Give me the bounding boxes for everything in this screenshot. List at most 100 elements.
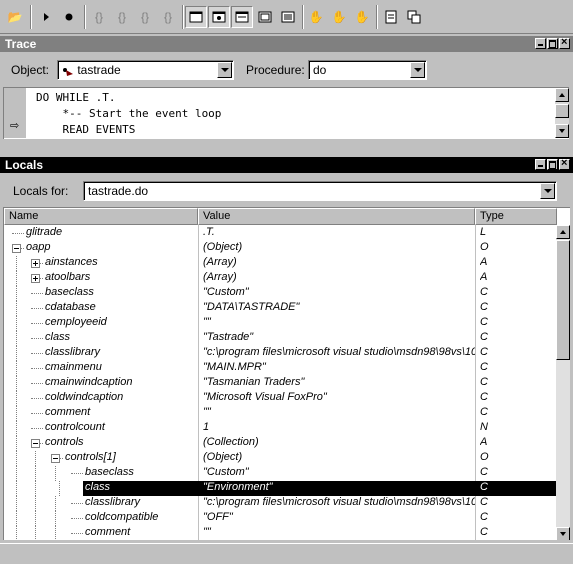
scroll-thumb[interactable] xyxy=(555,104,569,118)
locals-close-button[interactable] xyxy=(559,157,570,170)
step-over-icon[interactable]: {} xyxy=(111,6,133,28)
local-name: comment xyxy=(45,406,91,418)
tree-connector xyxy=(16,346,17,361)
table-row[interactable]: glitrade .T. L xyxy=(4,226,556,241)
tree-connector xyxy=(16,421,17,436)
table-row[interactable]: class "Tastrade" C xyxy=(4,331,556,346)
expand-icon[interactable] xyxy=(31,259,40,268)
trace-vertical-scrollbar[interactable] xyxy=(555,88,569,138)
table-row[interactable]: comment "" C xyxy=(4,526,556,540)
clear-breakpoints-icon[interactable]: ✋ xyxy=(328,6,350,28)
local-name: cemployeeid xyxy=(45,316,107,328)
toggle-breakpoint-icon[interactable]: ✋ xyxy=(305,6,327,28)
table-row[interactable]: baseclass "Custom" C xyxy=(4,286,556,301)
table-row[interactable]: controls[1] (Object) O xyxy=(4,451,556,466)
step-out-icon[interactable]: {} xyxy=(134,6,156,28)
open-icon[interactable]: 📂 xyxy=(4,6,26,28)
tree-connector xyxy=(31,368,43,369)
table-row[interactable]: cdatabase "DATA\TASTRADE" C xyxy=(4,301,556,316)
local-value: "Custom" xyxy=(203,286,249,298)
trace-close-button[interactable] xyxy=(559,36,570,49)
local-type: O xyxy=(480,451,489,463)
tree-connector xyxy=(55,466,56,481)
trace-title-bar[interactable]: Trace xyxy=(0,36,573,52)
chevron-down-icon[interactable] xyxy=(217,62,232,78)
table-row[interactable]: class "Environment" C xyxy=(83,481,556,496)
tree-connector xyxy=(31,323,43,324)
locals-title-bar[interactable]: Locals xyxy=(0,157,573,173)
scroll-up-button[interactable] xyxy=(556,225,570,239)
local-name: glitrade xyxy=(26,226,63,238)
locals-vertical-scrollbar[interactable] xyxy=(556,225,570,540)
event-tracking-icon[interactable] xyxy=(380,6,402,28)
object-dropdown[interactable]: tastrade xyxy=(57,60,234,80)
table-row[interactable]: classlibrary "c:\program files\microsoft … xyxy=(4,346,556,361)
tree-connector xyxy=(16,466,17,481)
tree-connector xyxy=(71,533,83,534)
collapse-icon[interactable] xyxy=(31,439,40,448)
local-name: ainstances xyxy=(45,256,98,268)
scroll-thumb[interactable] xyxy=(556,240,570,360)
scroll-down-button[interactable] xyxy=(556,527,570,540)
scroll-up-button[interactable] xyxy=(555,88,569,102)
table-row[interactable]: cmainmenu "MAIN.MPR" C xyxy=(4,361,556,376)
tree-connector xyxy=(16,271,17,286)
trace-minimize-button[interactable] xyxy=(535,38,546,49)
column-header-value[interactable]: Value xyxy=(198,208,475,225)
breakpoint-icon[interactable] xyxy=(58,6,80,28)
local-type: C xyxy=(480,406,488,418)
locals-window-icon[interactable] xyxy=(231,6,253,28)
tree-connector xyxy=(16,301,17,316)
collapse-icon[interactable] xyxy=(51,454,60,463)
tree-connector xyxy=(16,526,17,540)
local-name: class xyxy=(85,481,196,493)
locals-grid[interactable]: Name Value Type glitrade .T. Loapp (Object)… xyxy=(3,207,570,540)
column-header-name[interactable]: Name xyxy=(4,208,198,225)
output-window-icon[interactable] xyxy=(277,6,299,28)
resume-icon[interactable] xyxy=(35,6,57,28)
table-row[interactable]: cmainwindcaption "Tasmanian Traders" C xyxy=(4,376,556,391)
table-row[interactable]: cemployeeid "" C xyxy=(4,316,556,331)
locals-for-dropdown[interactable]: tastrade.do xyxy=(83,181,557,201)
scroll-down-button[interactable] xyxy=(555,124,569,138)
expand-icon[interactable] xyxy=(31,274,40,283)
chevron-down-icon[interactable] xyxy=(410,62,425,78)
local-name: controls xyxy=(45,436,84,448)
tree-connector xyxy=(35,526,36,540)
collapse-icon[interactable] xyxy=(12,244,21,253)
chevron-down-icon[interactable] xyxy=(540,183,555,199)
table-row[interactable]: controlcount 1 N xyxy=(4,421,556,436)
trace-maximize-button[interactable] xyxy=(547,38,558,49)
local-value: "c:\program files\microsoft visual studi… xyxy=(203,496,475,508)
step-into-icon[interactable]: {} xyxy=(88,6,110,28)
locals-maximize-button[interactable] xyxy=(547,159,558,170)
tree-connector xyxy=(31,413,43,414)
local-name: classlibrary xyxy=(85,496,141,508)
table-row[interactable]: classlibrary "c:\program files\microsoft … xyxy=(4,496,556,511)
table-row[interactable]: comment "" C xyxy=(4,406,556,421)
coverage-icon[interactable] xyxy=(403,6,425,28)
table-row[interactable]: baseclass "Custom" C xyxy=(4,466,556,481)
local-value: "Tastrade" xyxy=(203,331,254,343)
call-stack-window-icon[interactable] xyxy=(254,6,276,28)
procedure-dropdown[interactable]: do xyxy=(308,60,427,80)
trace-code-pane[interactable]: ⇨ DO WHILE .T. *-- Start the event loop … xyxy=(3,87,569,139)
table-row[interactable]: ainstances (Array) A xyxy=(4,256,556,271)
trace-window-icon[interactable] xyxy=(185,6,207,28)
table-row[interactable]: controls (Collection) A xyxy=(4,436,556,451)
breakpoints-dialog-icon[interactable]: ✋ xyxy=(351,6,373,28)
table-row[interactable]: atoolbars (Array) A xyxy=(4,271,556,286)
table-row[interactable]: coldwindcaption "Microsoft Visual FoxPro"… xyxy=(4,391,556,406)
locals-minimize-button[interactable] xyxy=(535,159,546,170)
tree-connector xyxy=(16,436,17,451)
status-bar xyxy=(0,543,573,564)
tree-connector xyxy=(31,428,43,429)
local-type: C xyxy=(480,301,488,313)
column-header-type[interactable]: Type xyxy=(475,208,557,225)
table-row[interactable]: oapp (Object) O xyxy=(4,241,556,256)
local-value: .T. xyxy=(203,226,215,238)
table-row[interactable]: coldcompatible "OFF" C xyxy=(4,511,556,526)
watch-window-icon[interactable] xyxy=(208,6,230,28)
tree-connector xyxy=(16,391,17,406)
run-to-cursor-icon[interactable]: {} xyxy=(157,6,179,28)
